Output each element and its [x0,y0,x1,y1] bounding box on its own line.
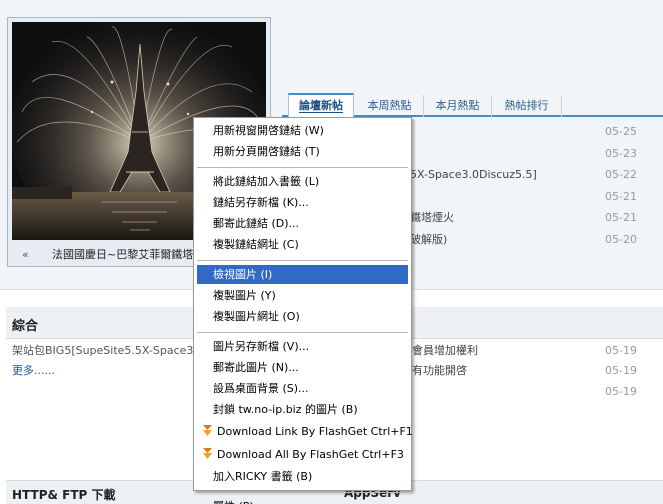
caption-prev-arrow[interactable]: « [22,244,29,266]
flashget-arrow-icon [202,424,213,437]
menu-save-link[interactable]: 鏈結另存新檔 (K)... [197,193,408,212]
tab-forum-new[interactable]: 論壇新帖 [288,93,354,117]
section-date: 05-19 [605,344,637,357]
menu-item-label: 設爲桌面背景 (S)... [213,382,309,395]
menu-open-new-tab[interactable]: 用新分頁開啓鏈結 (T) [197,142,408,161]
menu-separator [197,332,408,333]
menu-item-label: 封鎖 tw.no-ip.biz 的圖片 (B) [213,403,358,416]
section-date: 05-19 [605,364,637,377]
menu-item-label: 將此鏈結加入書籤 (L) [213,175,320,188]
menu-item-label: 加入RICKY 書籤 (B) [213,470,313,483]
menu-separator [197,260,408,261]
menu-email-link[interactable]: 郵寄此鏈結 (D)... [197,214,408,233]
tab-monthly-hot[interactable]: 本月熱點 [424,95,492,117]
menu-separator [197,492,408,493]
menu-block-images[interactable]: 封鎖 tw.no-ip.biz 的圖片 (B) [197,400,408,419]
context-menu: 用新視窗開啓鏈結 (W) 用新分頁開啓鏈結 (T) 將此鏈結加入書籤 (L) 鏈結另存… [193,117,413,504]
menu-save-image[interactable]: 圖片另存新檔 (V)... [197,337,408,356]
tab-hot-ranking[interactable]: 熱帖排行 [492,95,562,117]
menu-copy-image[interactable]: 複製圖片 (Y) [197,286,408,305]
menu-view-image[interactable]: 檢視圖片 (I) [197,265,408,284]
menu-item-label: 郵寄此圖片 (N)... [213,361,299,374]
menu-item-label: 檢視圖片 (I) [213,268,273,281]
menu-set-desktop-bg[interactable]: 設爲桌面背景 (S)... [197,379,408,398]
menu-copy-image-url[interactable]: 複製圖片網址 (O) [197,307,408,326]
menu-item-label: 郵寄此鏈結 (D)... [213,217,300,230]
menu-open-new-window[interactable]: 用新視窗開啓鏈結 (W) [197,121,408,140]
menu-item-label: 圖片另存新檔 (V)... [213,340,310,353]
menu-flashget-all[interactable]: Download All By FlashGet Ctrl+F3 [197,444,408,465]
caption-text[interactable]: 法國國慶日~巴黎艾菲爾鐵塔煙火 [52,244,215,266]
menu-item-label: 複製圖片 (Y) [213,289,276,302]
tab-weekly-hot[interactable]: 本周熱點 [356,95,424,117]
section-more-link[interactable]: 更多...... [12,361,55,381]
forum-tabs: 論壇新帖 本周熱點 本月熱點 熱帖排行 [282,93,663,117]
menu-flashget-link[interactable]: Download Link By FlashGet Ctrl+F1 [197,421,413,442]
section-date: 05-19 [605,385,637,398]
section-title: 綜合 [12,319,39,334]
section-link-right[interactable]: 有功能開啓 [412,361,467,381]
section-link-left[interactable]: 架站包BIG5[SupeSite5.5X-Space3.0Discuz5.5] [12,341,193,361]
menu-separator [197,167,408,168]
menu-bookmark-link[interactable]: 將此鏈結加入書籤 (L) [197,172,408,191]
menu-item-label: 用新分頁開啓鏈結 (T) [213,145,320,158]
menu-item-label: 用新視窗開啓鏈結 (W) [213,124,324,137]
section-link-right[interactable]: 會員增加權利 [412,341,478,361]
flashget-arrow-icon [202,447,213,460]
bottom-left-heading: HTTP& FTP 下載 [12,488,116,502]
menu-email-image[interactable]: 郵寄此圖片 (N)... [197,358,408,377]
menu-item-label: 屬性 (P) [213,500,254,504]
menu-item-label: 鏈結另存新檔 (K)... [213,196,309,209]
menu-item-label: 複製圖片網址 (O) [213,310,300,323]
menu-properties[interactable]: 屬性 (P) [197,497,408,504]
menu-item-label: Download Link By FlashGet Ctrl+F1 [217,425,413,438]
menu-item-label: 複製鏈結網址 (C) [213,238,299,251]
menu-item-label: Download All By FlashGet Ctrl+F3 [217,448,404,461]
menu-copy-link[interactable]: 複製鏈結網址 (C) [197,235,408,254]
menu-ricky-bookmark[interactable]: 加入RICKY 書籤 (B) [197,467,408,486]
